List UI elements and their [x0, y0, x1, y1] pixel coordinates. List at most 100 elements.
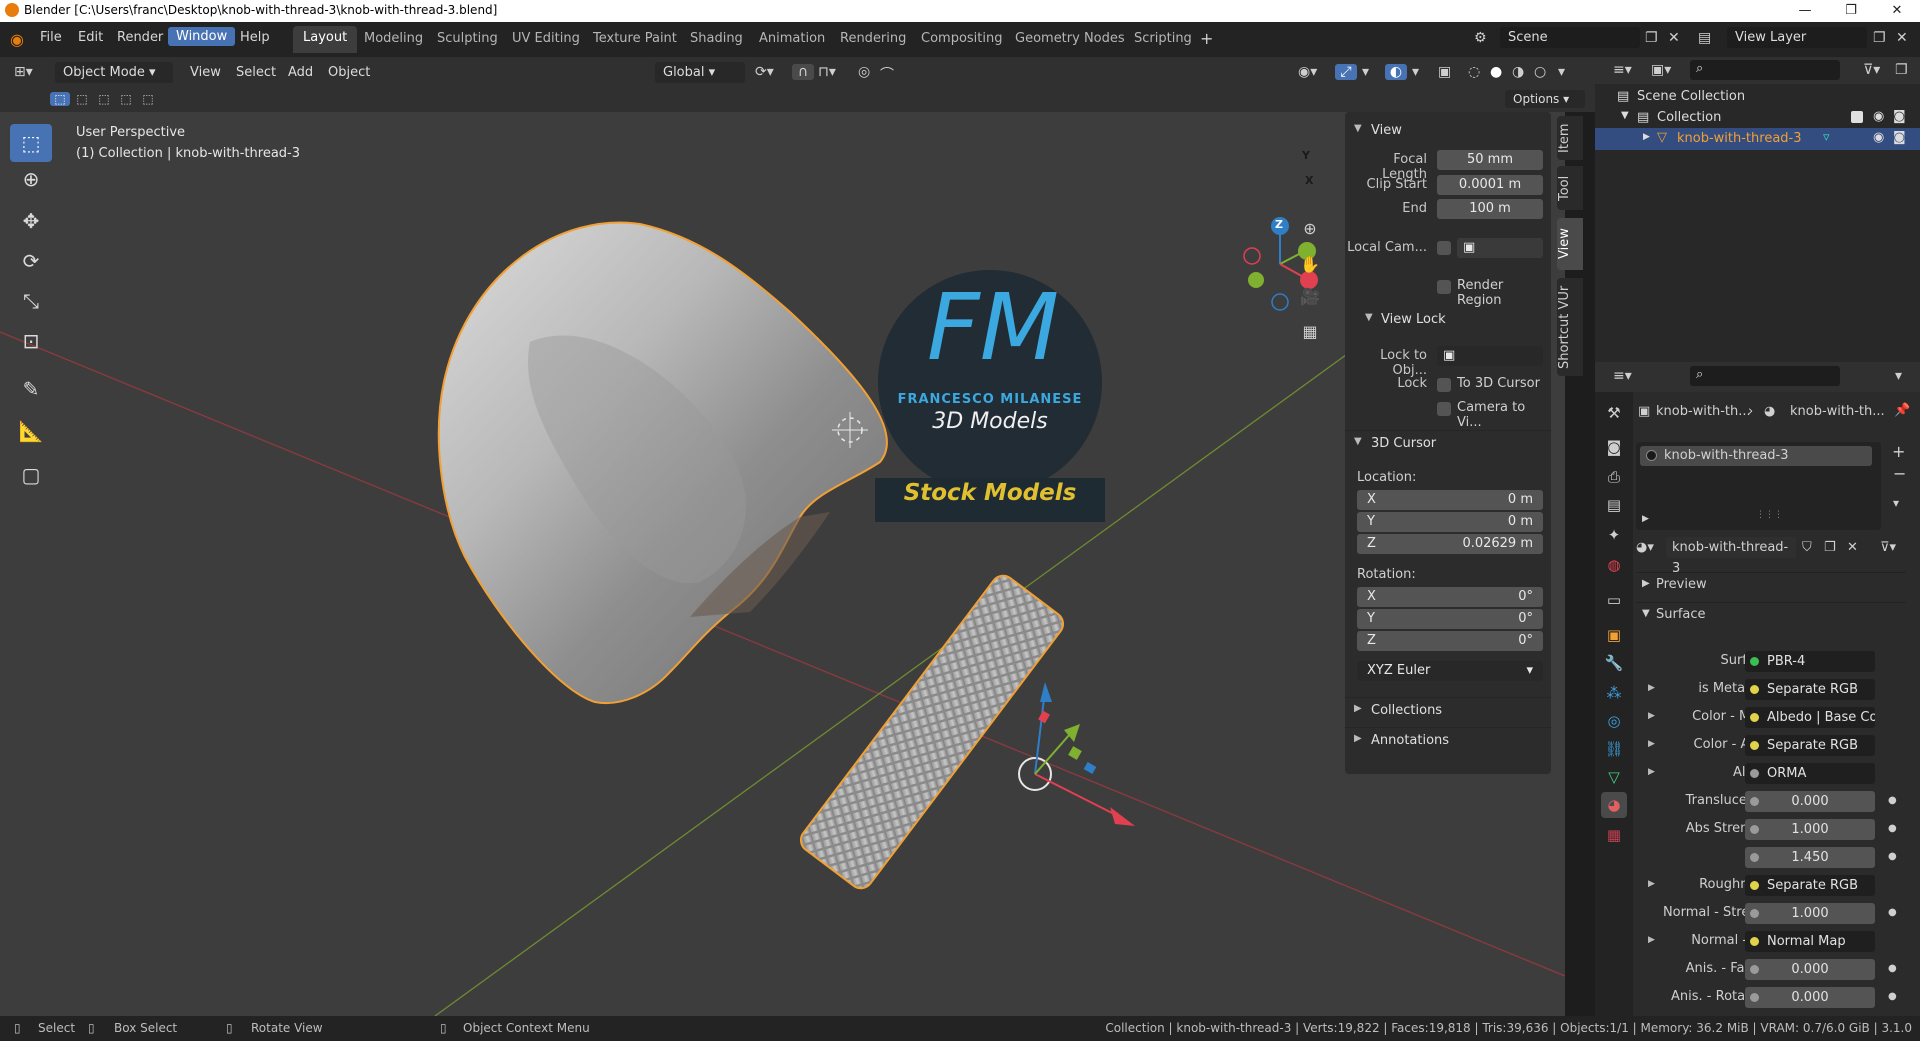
cursor-rotation-x-field[interactable]: X 0°	[1357, 587, 1543, 607]
material-name-field[interactable]: knob-with-thread-3	[1666, 537, 1796, 576]
tab-geometry-nodes[interactable]: Geometry Nodes	[1015, 31, 1125, 46]
breadcrumb-material[interactable]: knob-with-th...	[1790, 404, 1885, 419]
menu-select[interactable]: Select	[236, 65, 276, 80]
pin-icon[interactable]: 📌	[1894, 403, 1910, 418]
cursor-location-z-field[interactable]: Z 0.02629 m	[1357, 534, 1543, 554]
input-field-roughness[interactable]: Separate RGB	[1745, 875, 1875, 896]
xray-icon[interactable]: ▣	[1438, 64, 1451, 80]
filter-icon[interactable]: ⊽▾	[1863, 62, 1880, 78]
tab-rendering[interactable]: Rendering	[840, 31, 906, 46]
view-layer-icon[interactable]: ▤	[1698, 30, 1711, 46]
fake-user-shield-icon[interactable]: ⛉	[1802, 540, 1812, 555]
shading-material-icon[interactable]: ◑	[1512, 64, 1524, 80]
socket-dot-icon[interactable]	[1750, 685, 1759, 694]
duplicate-material-icon[interactable]: ❐	[1824, 540, 1836, 555]
clip-end-field[interactable]: 100 m	[1437, 199, 1543, 219]
keyframe-dot-icon[interactable]: ●	[1888, 963, 1897, 974]
socket-dot-icon[interactable]	[1750, 657, 1759, 666]
snap-target-icon[interactable]: ⊓▾	[818, 64, 836, 80]
input-field-normal-stren[interactable]: 1.000	[1745, 903, 1875, 924]
select-box-tool-icon[interactable]: ⬚	[10, 124, 52, 162]
object-origin-gizmo[interactable]	[1018, 682, 1135, 826]
outliner-search-input[interactable]: ⌕	[1690, 60, 1840, 80]
cursor-location-x-field[interactable]: X0 m	[1357, 490, 1543, 510]
annotations-section-header[interactable]: ▶ Annotations	[1345, 727, 1551, 753]
keyframe-dot-icon[interactable]: ●	[1888, 823, 1897, 834]
view-section-header[interactable]: ▼ View	[1345, 118, 1551, 144]
socket-dot-icon[interactable]	[1750, 741, 1759, 750]
focal-length-field[interactable]: 50 mm	[1437, 150, 1543, 170]
mode-selector[interactable]: Object Mode ▾	[55, 62, 173, 83]
move-tool-icon[interactable]: ✥	[10, 202, 52, 240]
shading-solid-icon[interactable]: ●	[1490, 64, 1502, 80]
select-mode-invert-icon[interactable]: ⬚	[116, 92, 136, 106]
socket-dot-icon[interactable]	[1750, 769, 1759, 778]
snap-icon[interactable]: ∩	[792, 64, 814, 80]
keyframe-dot-icon[interactable]: ●	[1888, 907, 1897, 918]
surface-section-header[interactable]: ▼ Surface	[1636, 602, 1906, 626]
eye-icon[interactable]: ◉	[1873, 109, 1884, 124]
outliner-scene-collection[interactable]: ▤ Scene Collection	[1595, 86, 1920, 108]
tab-uv-editing[interactable]: UV Editing	[512, 31, 580, 46]
cursor-tool-icon[interactable]: ⊕	[10, 160, 52, 198]
menu-add[interactable]: Add	[288, 65, 313, 80]
tab-animation[interactable]: Animation	[759, 31, 825, 46]
socket-dot-icon[interactable]	[1750, 797, 1759, 806]
select-mode-intersect-icon[interactable]: ⬚	[138, 92, 158, 106]
input-field-color-ab[interactable]: Separate RGB	[1745, 735, 1875, 756]
keyframe-dot-icon[interactable]: ●	[1888, 851, 1897, 862]
collection-include-checkbox[interactable]	[1851, 111, 1863, 123]
keyframe-dot-icon[interactable]: ●	[1888, 991, 1897, 1002]
shading-rendered-icon[interactable]: ○	[1534, 64, 1546, 80]
slot-menu-icon[interactable]: ▾	[1893, 496, 1899, 510]
socket-dot-icon[interactable]	[1750, 881, 1759, 890]
options-dropdown[interactable]: Options ▾	[1505, 90, 1585, 108]
cursor-location-y-field[interactable]: Y0 m	[1357, 512, 1543, 532]
clip-start-field[interactable]: 0.0001 m	[1437, 175, 1543, 195]
gizmo-dropdown-icon[interactable]: ▾	[1362, 64, 1369, 80]
tab-view[interactable]: View	[1557, 218, 1583, 270]
tab-texture-paint[interactable]: Texture Paint	[593, 31, 677, 46]
outliner-editor-type-icon[interactable]: ≡▾	[1613, 62, 1632, 78]
cursor-rotation-z-field[interactable]: Z 0°	[1357, 631, 1543, 651]
collection-properties-icon[interactable]: ▭	[1601, 587, 1627, 613]
scene-selector[interactable]: Scene	[1500, 27, 1640, 48]
render-region-checkbox[interactable]	[1437, 280, 1451, 294]
new-collection-icon[interactable]: ❐	[1895, 62, 1908, 78]
tab-tool[interactable]: Tool	[1557, 166, 1583, 210]
scene-properties-icon[interactable]: ✦	[1601, 522, 1627, 548]
preview-section-header[interactable]: ▶ Preview	[1636, 572, 1906, 596]
object-properties-icon[interactable]: ▣	[1601, 622, 1627, 648]
menu-object[interactable]: Object	[328, 65, 370, 80]
proportional-edit-icon[interactable]: ◎	[858, 64, 870, 80]
view-layer-properties-icon[interactable]: ▤	[1601, 492, 1627, 518]
menu-view[interactable]: View	[190, 65, 221, 80]
camera-icon[interactable]: ◙	[1893, 130, 1906, 145]
gizmo-toggle-icon[interactable]: ⤢	[1335, 64, 1357, 80]
material-properties-icon[interactable]: ◕	[1601, 792, 1627, 818]
maximize-button[interactable]: ❐	[1828, 0, 1874, 22]
resize-handle-icon[interactable]: ⋮⋮⋮	[1756, 510, 1783, 520]
tab-modeling[interactable]: Modeling	[364, 31, 423, 46]
select-mode-subtract-icon[interactable]: ⬚	[94, 92, 114, 106]
render-properties-icon[interactable]: ◙	[1601, 434, 1627, 460]
view-lock-section-header[interactable]: ▼ View Lock	[1345, 307, 1551, 333]
pan-hand-icon[interactable]: ✋	[1297, 255, 1323, 281]
socket-dot-icon[interactable]	[1750, 853, 1759, 862]
add-workspace-icon[interactable]: +	[1200, 29, 1213, 48]
menu-help[interactable]: Help	[240, 30, 270, 45]
input-field-anis-rotation[interactable]: 0.000	[1745, 987, 1875, 1008]
remove-view-layer-icon[interactable]: ✕	[1896, 30, 1908, 46]
socket-dot-icon[interactable]	[1750, 825, 1759, 834]
close-button[interactable]: ✕	[1874, 0, 1920, 22]
tab-compositing[interactable]: Compositing	[921, 31, 1003, 46]
minimize-button[interactable]: —	[1782, 0, 1828, 22]
perspective-toggle-icon[interactable]: ▦	[1297, 322, 1323, 348]
input-field-surface[interactable]: PBR-4	[1745, 651, 1875, 672]
remove-scene-icon[interactable]: ✕	[1668, 30, 1680, 46]
lock-3d-cursor-checkbox[interactable]	[1437, 378, 1451, 392]
transform-tool-icon[interactable]: ⊡	[10, 322, 52, 360]
unlink-material-icon[interactable]: ✕	[1847, 540, 1858, 555]
lock-to-object-picker[interactable]: ▣	[1437, 346, 1543, 366]
input-field-normal-t[interactable]: Normal Map	[1745, 931, 1875, 952]
